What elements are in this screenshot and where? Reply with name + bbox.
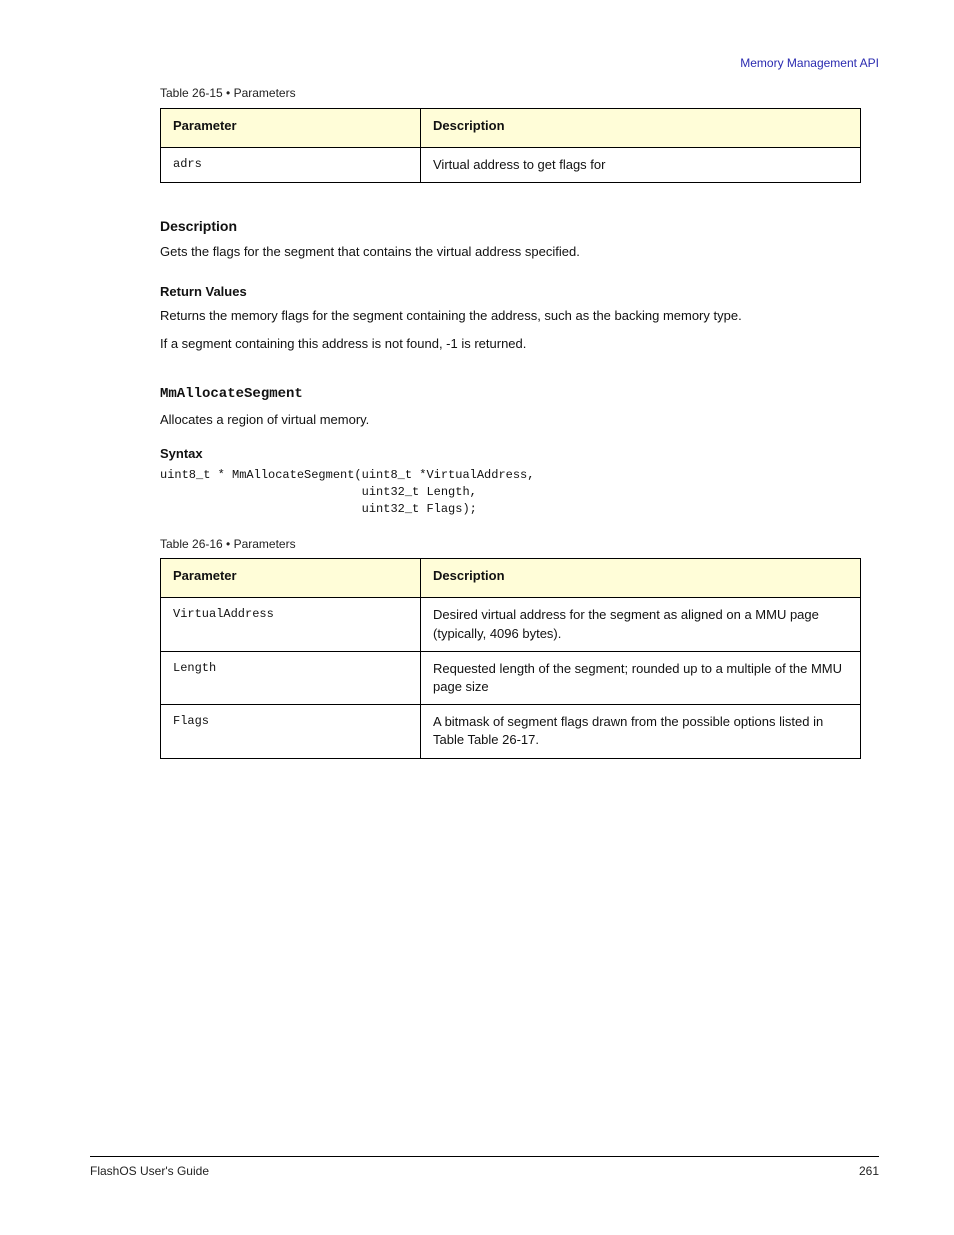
description-text: Gets the flags for the segment that cont… (160, 243, 860, 261)
header-link[interactable]: Memory Management API (740, 55, 879, 72)
table2-col1: Description (421, 559, 861, 598)
return-values-text1: Returns the memory flags for the segment… (160, 307, 860, 325)
table2-desc2: A bitmask of segment flags drawn from th… (421, 705, 861, 758)
table1-param0: adrs (161, 147, 421, 182)
table1-col0: Parameter (161, 108, 421, 147)
footer-right: 261 (859, 1163, 879, 1180)
table1-caption: Table 26-15 • Parameters (160, 85, 864, 102)
table1-desc0: Virtual address to get flags for (421, 147, 861, 182)
table1: Parameter Description adrs Virtual addre… (160, 108, 861, 183)
footer-left: FlashOS User's Guide (90, 1163, 209, 1180)
function-summary: Allocates a region of virtual memory. (160, 411, 864, 429)
table2-param2: Flags (161, 705, 421, 758)
table-row: adrs Virtual address to get flags for (161, 147, 861, 182)
table-header-row: Parameter Description (161, 559, 861, 598)
table2: Parameter Description VirtualAddress Des… (160, 558, 861, 758)
function-signature: uint8_t * MmAllocateSegment(uint8_t *Vir… (160, 467, 864, 517)
table2-param0: VirtualAddress (161, 598, 421, 651)
table-header-row: Parameter Description (161, 108, 861, 147)
table2-desc0: Desired virtual address for the segment … (421, 598, 861, 651)
table2-param1: Length (161, 651, 421, 704)
table2-desc1: Requested length of the segment; rounded… (421, 651, 861, 704)
table2-col0: Parameter (161, 559, 421, 598)
return-values-text2: If a segment containing this address is … (160, 335, 860, 353)
table-row: Flags A bitmask of segment flags drawn f… (161, 705, 861, 758)
table2-caption: Table 26-16 • Parameters (160, 536, 864, 553)
table-row: Length Requested length of the segment; … (161, 651, 861, 704)
table1-col1: Description (421, 108, 861, 147)
function-name: MmAllocateSegment (160, 385, 864, 405)
page-footer: FlashOS User's Guide 261 (90, 1156, 879, 1180)
syntax-heading: Syntax (160, 445, 864, 463)
description-heading: Description (160, 217, 864, 237)
return-values-heading: Return Values (160, 283, 864, 301)
table-row: VirtualAddress Desired virtual address f… (161, 598, 861, 651)
